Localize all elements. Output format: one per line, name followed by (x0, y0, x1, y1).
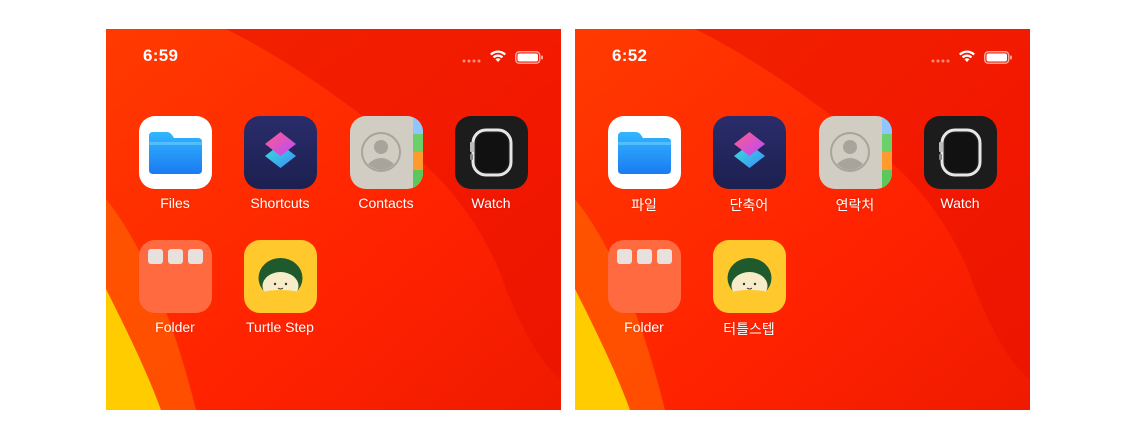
app-label: Folder (155, 319, 195, 335)
contacts-icon (819, 116, 892, 189)
app-folder[interactable]: Folder (594, 240, 694, 340)
folder-icon (139, 240, 212, 313)
watch-icon (924, 116, 997, 189)
turtle-step-icon (713, 240, 786, 313)
app-watch[interactable]: Watch (910, 116, 1010, 216)
turtle-step-icon (244, 240, 317, 313)
app-watch[interactable]: Watch (441, 116, 541, 216)
status-bar-indicators (462, 49, 544, 65)
files-icon (608, 116, 681, 189)
app-files[interactable]: Files (125, 116, 225, 216)
app-contacts[interactable]: Contacts (336, 116, 436, 216)
status-bar-indicators (931, 49, 1013, 65)
folder-icon (608, 240, 681, 313)
app-turtle-step[interactable]: Turtle Step (230, 240, 330, 340)
app-folder[interactable]: Folder (125, 240, 225, 340)
cellular-signal-icon (462, 59, 481, 63)
files-icon (139, 116, 212, 189)
app-label: Contacts (358, 195, 414, 211)
app-label: 단축어 (729, 197, 769, 213)
app-files[interactable]: 파일 (594, 116, 694, 216)
wallpaper (106, 29, 561, 410)
app-label: Watch (471, 195, 511, 211)
app-label: Watch (940, 195, 980, 211)
shortcuts-icon (244, 116, 317, 189)
status-bar-time: 6:52 (612, 46, 648, 65)
app-contacts[interactable]: 연락처 (805, 116, 905, 216)
battery-icon (515, 51, 543, 64)
app-label: Turtle Step (246, 319, 314, 335)
wifi-icon (490, 50, 506, 62)
shortcuts-icon (713, 116, 786, 189)
app-label: Shortcuts (250, 195, 310, 211)
app-turtle-step[interactable]: 터틀스텝 (699, 240, 799, 340)
app-shortcuts[interactable]: Shortcuts (230, 116, 330, 216)
app-label: Folder (624, 319, 664, 335)
contacts-icon (350, 116, 423, 189)
home-screen-english: 6:59 Files Shortcuts Contacts Watch Fold… (106, 29, 561, 410)
app-label: 연락처 (835, 197, 875, 213)
status-bar-time: 6:59 (143, 46, 179, 65)
watch-icon (455, 116, 528, 189)
cellular-signal-icon (931, 59, 950, 63)
wifi-icon (959, 50, 975, 62)
home-screen-korean: 6:52 파일 단축어 연락처 Watch Folder 터틀스텝 (575, 29, 1030, 410)
app-label: Files (160, 195, 190, 211)
app-label: 파일 (631, 197, 657, 213)
app-shortcuts[interactable]: 단축어 (699, 116, 799, 216)
app-label: 터틀스텝 (723, 321, 775, 337)
wallpaper (575, 29, 1030, 410)
battery-icon (984, 51, 1012, 64)
